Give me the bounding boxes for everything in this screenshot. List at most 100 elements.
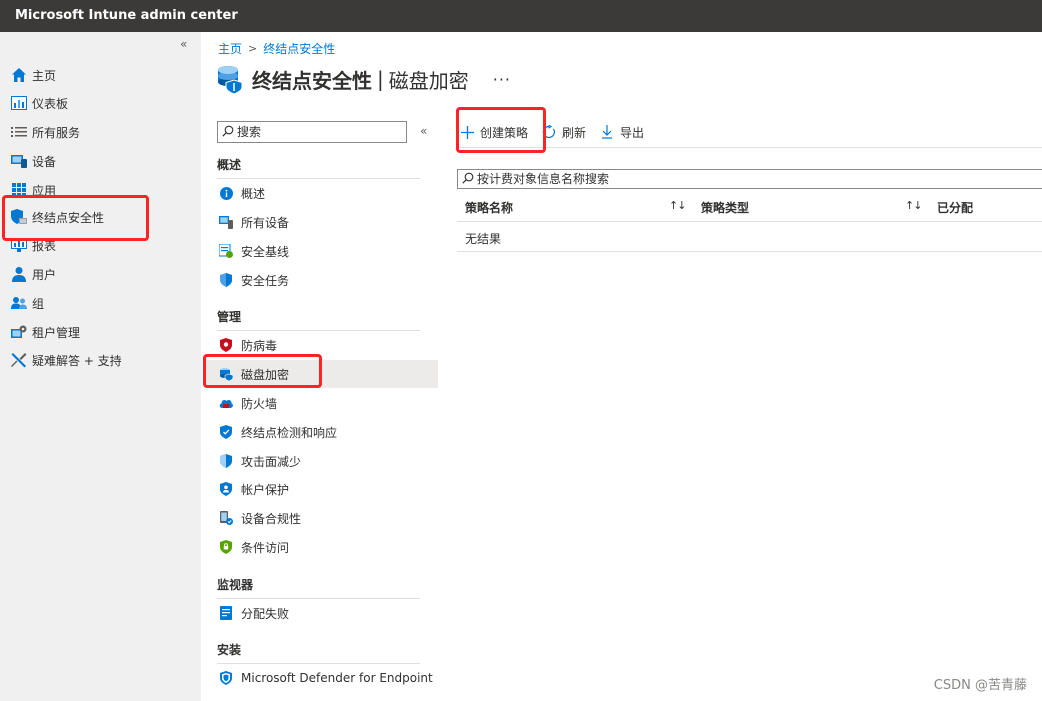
export-label: 导出 (620, 125, 645, 140)
nav-item-label: 主页 (32, 68, 57, 83)
page-title: 终结点安全性 (252, 68, 372, 93)
nav-item-reports[interactable]: 报表 (0, 232, 201, 258)
more-options-icon[interactable]: ··· (493, 70, 511, 89)
nav-item-tenant-admin[interactable]: 租户管理 (0, 319, 201, 345)
user-icon (11, 266, 27, 282)
breadcrumb-endpoint-security[interactable]: 终结点安全性 (263, 40, 335, 57)
table-empty-row: 无结果 (457, 223, 1042, 252)
nav-item-all-services[interactable]: 所有服务 (0, 119, 201, 145)
dashboard-icon (11, 95, 27, 111)
section-setup: 安装 (217, 641, 420, 664)
shield-icon (219, 273, 233, 287)
export-button[interactable]: 导出 (600, 124, 644, 141)
plus-icon (460, 125, 474, 139)
nav-item-label: 用户 (32, 267, 57, 282)
menu-item-defender-for-endpoint[interactable]: Microsoft Defender for Endpoint (217, 664, 438, 692)
refresh-button[interactable]: 刷新 (542, 124, 586, 141)
menu-item-attack-surface-reduction[interactable]: 攻击面减少 (217, 447, 438, 475)
nav-item-endpoint-security[interactable]: 终结点安全性 (0, 204, 201, 230)
assignment-failures-icon (219, 606, 233, 620)
nav-item-label: 设备 (32, 154, 57, 169)
nav-item-label: 应用 (32, 183, 57, 198)
nav-item-label: 组 (32, 296, 45, 311)
nav-item-label: 报表 (32, 238, 57, 253)
collapse-menu-icon[interactable]: « (420, 124, 427, 138)
page-header: 终结点安全性 | 磁盘加密 ··· (216, 64, 511, 95)
policy-search-input[interactable] (477, 172, 977, 186)
policy-filter-box[interactable] (457, 169, 1042, 189)
security-baseline-icon (219, 244, 233, 258)
menu-item-disk-encryption[interactable]: 磁盘加密 (206, 360, 438, 388)
main-content: 主页 > 终结点安全性 终结点安全性 | 磁盘加密 ··· « 概述 概述 所有… (201, 32, 1042, 701)
refresh-label: 刷新 (562, 125, 587, 140)
reports-icon (11, 237, 27, 253)
create-policy-label: 创建策略 (480, 125, 529, 140)
menu-item-edr[interactable]: 终结点检测和响应 (217, 418, 438, 446)
defender-icon (219, 671, 233, 685)
menu-item-account-protection[interactable]: 帐户保护 (217, 475, 438, 503)
nav-item-home[interactable]: 主页 (0, 62, 201, 88)
top-bar: Microsoft Intune admin center (0, 0, 1042, 32)
nav-item-groups[interactable]: 组 (0, 290, 201, 316)
nav-item-users[interactable]: 用户 (0, 261, 201, 287)
home-icon (11, 67, 27, 83)
menu-item-label: 安全基线 (241, 244, 290, 259)
menu-item-label: 帐户保护 (241, 482, 290, 497)
menu-item-label: 安全任务 (241, 273, 290, 288)
nav-item-label: 终结点安全性 (32, 210, 105, 225)
sort-icon[interactable]: ↑↓ (905, 199, 922, 212)
command-bar: 创建策略 刷新 导出 (460, 119, 658, 145)
no-results-text: 无结果 (465, 232, 502, 246)
troubleshoot-icon (11, 352, 27, 368)
endpoint-security-icon (11, 208, 27, 225)
sort-icon[interactable]: ↑↓ (669, 199, 686, 212)
column-policy-type[interactable]: 策略类型 (701, 199, 749, 216)
firewall-icon (219, 396, 233, 410)
column-assigned[interactable]: 已分配 (937, 199, 973, 216)
menu-item-device-compliance[interactable]: 设备合规性 (217, 504, 438, 532)
menu-item-label: 条件访问 (241, 540, 290, 555)
menu-item-label: 防火墙 (241, 396, 278, 411)
collapse-nav-icon[interactable]: « (180, 37, 187, 51)
menu-item-label: 所有设备 (241, 215, 290, 230)
watermark: CSDN @苦青藤 (933, 678, 1027, 693)
create-policy-button[interactable]: 创建策略 (460, 124, 528, 141)
menu-item-antivirus[interactable]: 防病毒 (217, 331, 438, 359)
page-subtitle: 磁盘加密 (388, 68, 469, 93)
column-policy-name[interactable]: 策略名称 (465, 199, 513, 216)
section-manage: 管理 (217, 308, 420, 331)
breadcrumb-separator: > (248, 42, 258, 55)
nav-item-label: 所有服务 (32, 125, 81, 140)
device-compliance-icon (219, 511, 233, 525)
disk-encryption-icon (219, 367, 233, 381)
nav-item-troubleshoot[interactable]: 疑难解答 + 支持 (0, 347, 201, 373)
title-separator: | (377, 67, 384, 91)
nav-item-label: 租户管理 (32, 325, 81, 340)
side-search-box[interactable] (217, 121, 407, 143)
nav-item-label: 仪表板 (32, 96, 69, 111)
download-icon (600, 125, 614, 139)
toolbar-divider (457, 147, 1042, 148)
shield-icon (219, 425, 233, 439)
antivirus-shield-icon (219, 338, 233, 352)
search-icon (222, 125, 234, 140)
app-title[interactable]: Microsoft Intune admin center (15, 8, 238, 23)
section-monitor: 监视器 (217, 576, 420, 599)
menu-item-firewall[interactable]: 防火墙 (217, 389, 438, 417)
menu-item-overview[interactable]: 概述 (217, 179, 438, 207)
section-overview: 概述 (217, 156, 420, 179)
nav-item-dashboard[interactable]: 仪表板 (0, 90, 201, 116)
menu-item-assignment-failures[interactable]: 分配失败 (217, 599, 438, 627)
side-search-input[interactable] (237, 125, 387, 139)
breadcrumb: 主页 > 终结点安全性 (218, 40, 335, 57)
menu-item-conditional-access[interactable]: 条件访问 (217, 533, 438, 561)
menu-item-all-devices[interactable]: 所有设备 (217, 208, 438, 236)
table-header: 策略名称 ↑↓ 策略类型 ↑↓ 已分配 (457, 192, 1042, 222)
nav-item-apps[interactable]: 应用 (0, 177, 201, 203)
nav-item-devices[interactable]: 设备 (0, 148, 201, 174)
conditional-access-icon (219, 540, 233, 554)
breadcrumb-home[interactable]: 主页 (218, 40, 242, 57)
devices-icon (11, 153, 27, 169)
menu-item-security-baselines[interactable]: 安全基线 (217, 237, 438, 265)
menu-item-security-tasks[interactable]: 安全任务 (217, 266, 438, 294)
